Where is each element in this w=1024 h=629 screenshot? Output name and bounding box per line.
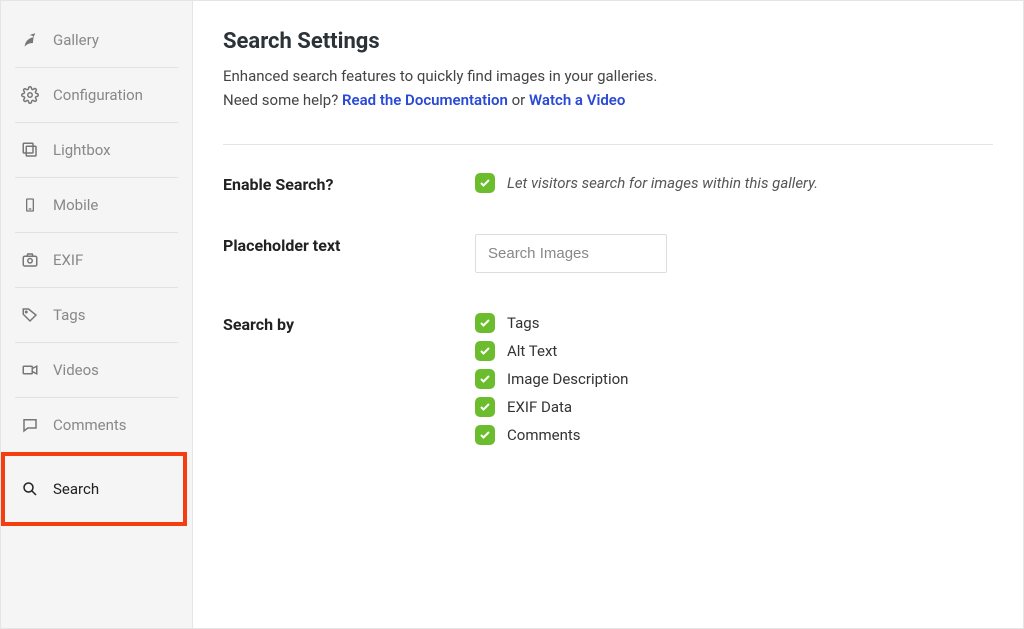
searchby-option-label: EXIF Data xyxy=(507,398,572,416)
video-link[interactable]: Watch a Video xyxy=(529,91,625,109)
searchby-checkbox-description[interactable] xyxy=(475,369,495,389)
enable-search-label: Enable Search? xyxy=(223,173,475,194)
searchby-checkbox-alttext[interactable] xyxy=(475,341,495,361)
sidebar-item-label: Comments xyxy=(53,416,127,434)
sidebar-item-label: Mobile xyxy=(53,196,98,214)
check-icon xyxy=(479,345,491,357)
check-icon xyxy=(479,317,491,329)
help-prefix: Need some help? xyxy=(223,91,342,109)
check-icon xyxy=(479,373,491,385)
searchby-checkbox-comments[interactable] xyxy=(475,425,495,445)
video-icon xyxy=(19,361,41,379)
searchby-option-label: Tags xyxy=(507,314,539,332)
enable-search-row: Enable Search? Let visitors search for i… xyxy=(223,173,993,194)
sidebar-item-mobile[interactable]: Mobile xyxy=(15,178,178,233)
searchby-option: Tags xyxy=(475,313,539,333)
searchby-checkbox-exif[interactable] xyxy=(475,397,495,417)
sidebar-highlight: Search xyxy=(1,452,187,526)
placeholder-input[interactable] xyxy=(475,234,667,273)
sidebar-item-label: Search xyxy=(53,480,99,498)
leaf-icon xyxy=(19,31,41,49)
sidebar-item-exif[interactable]: EXIF xyxy=(15,233,178,288)
searchby-option: EXIF Data xyxy=(475,397,572,417)
page-subtitle: Enhanced search features to quickly find… xyxy=(223,64,993,112)
gear-icon xyxy=(19,86,41,104)
sidebar-item-gallery[interactable]: Gallery xyxy=(15,13,178,68)
section-divider xyxy=(223,144,993,145)
search-icon xyxy=(19,480,41,498)
searchby-option: Alt Text xyxy=(475,341,557,361)
subtitle-text: Enhanced search features to quickly find… xyxy=(223,67,657,85)
placeholder-row: Placeholder text xyxy=(223,234,993,273)
enable-search-checkbox[interactable] xyxy=(475,173,495,193)
sidebar-item-label: Tags xyxy=(53,306,85,324)
check-icon xyxy=(479,429,491,441)
searchby-option: Comments xyxy=(475,425,581,445)
sidebar-item-label: Lightbox xyxy=(53,141,111,159)
placeholder-label: Placeholder text xyxy=(223,234,475,255)
page-title: Search Settings xyxy=(223,29,993,54)
sidebar-item-label: Videos xyxy=(53,361,99,379)
sidebar-item-label: EXIF xyxy=(53,251,83,269)
searchby-option-label: Image Description xyxy=(507,370,628,388)
searchby-checkbox-tags[interactable] xyxy=(475,313,495,333)
tag-icon xyxy=(19,306,41,324)
searchby-option: Image Description xyxy=(475,369,628,389)
camera-icon xyxy=(19,251,41,269)
sidebar-item-videos[interactable]: Videos xyxy=(15,343,178,398)
comment-icon xyxy=(19,416,41,434)
sidebar-item-comments[interactable]: Comments xyxy=(15,398,178,452)
or-text: or xyxy=(508,91,529,109)
enable-search-hint: Let visitors search for images within th… xyxy=(507,174,818,192)
searchby-options: Tags Alt Text Image Description EXIF Dat… xyxy=(475,313,993,445)
check-icon xyxy=(479,177,491,189)
sidebar: Gallery Configuration Lightbox Mobile xyxy=(1,1,193,628)
searchby-row: Search by Tags Alt Text Image Descriptio… xyxy=(223,313,993,445)
sidebar-item-label: Configuration xyxy=(53,86,143,104)
sidebar-item-label: Gallery xyxy=(53,31,99,49)
main-content: Search Settings Enhanced search features… xyxy=(193,1,1023,628)
sidebar-item-configuration[interactable]: Configuration xyxy=(15,68,178,123)
check-icon xyxy=(479,401,491,413)
sidebar-item-tags[interactable]: Tags xyxy=(15,288,178,343)
searchby-label: Search by xyxy=(223,313,475,334)
searchby-option-label: Comments xyxy=(507,426,581,444)
doc-link[interactable]: Read the Documentation xyxy=(342,91,508,109)
mobile-icon xyxy=(19,196,41,214)
searchby-option-label: Alt Text xyxy=(507,342,557,360)
layers-icon xyxy=(19,141,41,159)
sidebar-item-lightbox[interactable]: Lightbox xyxy=(15,123,178,178)
sidebar-item-search[interactable]: Search xyxy=(15,456,173,522)
